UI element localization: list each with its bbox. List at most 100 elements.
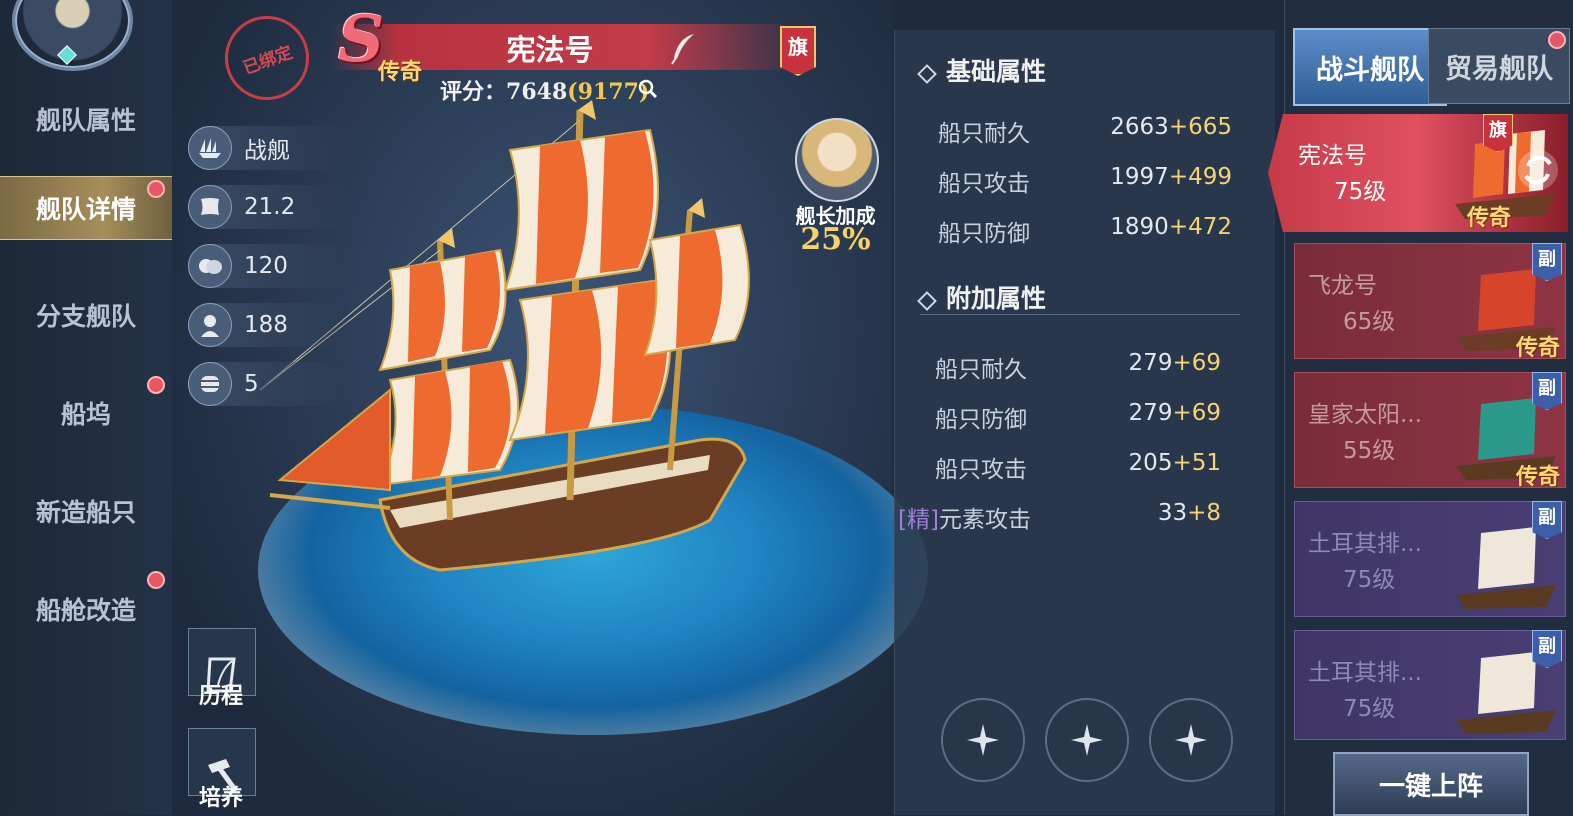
nav-label: 分支舰队: [35, 302, 136, 331]
attr-name: [精]元素攻击: [898, 500, 1031, 534]
attr-base: 279: [1128, 400, 1173, 426]
nav-dock[interactable]: 船坞: [0, 382, 172, 444]
one-click-deploy-button[interactable]: 一键上阵: [1333, 752, 1529, 816]
notification-dot: [147, 571, 165, 589]
ship-type-icon: [188, 126, 232, 170]
attr-name: 船只防御: [938, 221, 1030, 247]
captain-bonus-value: 25%: [800, 222, 871, 257]
plus-icon: [1175, 724, 1207, 756]
nav-label: 船舱改造: [35, 596, 136, 625]
attr-value: 279+69: [1080, 400, 1221, 426]
extra-attr-title: 附加属性: [917, 279, 1046, 315]
refined-prefix: [精]: [898, 507, 939, 533]
divider: [920, 314, 1240, 315]
add-slot-button[interactable]: [941, 698, 1025, 782]
attr-bonus: +665: [1168, 114, 1232, 140]
stat-value: 战舰: [244, 138, 290, 164]
base-attr-title: 基础属性: [917, 52, 1047, 88]
fleet-ship-level: 75级: [1343, 696, 1396, 722]
sub-badge: 副: [1532, 630, 1562, 668]
fleet-ship-level: 65级: [1343, 309, 1396, 335]
ship-score: 评分：7648(9177): [440, 74, 649, 106]
stat-value: 5: [244, 371, 259, 397]
plus-icon: [1071, 724, 1103, 756]
diamond-icon: [917, 290, 937, 311]
fleet-ship-name: 皇家太阳...: [1308, 402, 1422, 428]
attr-value: 1890+472: [1080, 214, 1232, 240]
attr-value: 1997+499: [1080, 164, 1232, 190]
nav-cabin-upgrade[interactable]: 船舱改造: [0, 578, 172, 640]
nav-label: 舰队详情: [35, 195, 136, 224]
attr-base: 33: [1157, 500, 1188, 526]
captain-avatar[interactable]: [795, 118, 879, 202]
add-slot-button[interactable]: [1045, 698, 1129, 782]
attr-name: 船只耐久: [938, 121, 1030, 147]
attr-name: 船只耐久: [935, 357, 1027, 383]
sub-badge: 副: [1532, 372, 1562, 410]
player-avatar[interactable]: [12, 0, 133, 71]
attr-bonus: +499: [1168, 164, 1232, 190]
notification-dot: [147, 180, 165, 198]
score-label: 评分：: [440, 79, 507, 105]
attr-base: 1997: [1110, 164, 1169, 190]
fleet-ship-name: 土耳其排...: [1308, 660, 1422, 686]
attr-bonus: +472: [1168, 214, 1232, 240]
attr-value: 205+51: [1080, 450, 1221, 476]
stat-supply: 120: [188, 244, 348, 288]
nav-fleet-attributes[interactable]: 舰队属性: [0, 88, 172, 150]
search-icon[interactable]: [638, 79, 658, 99]
stat-speed: 21.2: [188, 185, 348, 229]
section-title-text: 基础属性: [946, 57, 1047, 86]
fleet-ship-level: 55级: [1343, 438, 1396, 464]
stat-value: 188: [244, 312, 288, 338]
flagship-badge: 旗: [1483, 114, 1513, 152]
sailor-icon: [188, 303, 232, 347]
legend-tag: 传奇: [1516, 464, 1561, 490]
plus-icon: [967, 724, 999, 756]
stat-sailors: 188: [188, 303, 348, 347]
sub-badge: 副: [1532, 243, 1562, 281]
quill-icon[interactable]: [668, 32, 698, 66]
attr-base: 2663: [1110, 114, 1169, 140]
tab-battle-fleet[interactable]: 战斗舰队: [1293, 28, 1447, 106]
attr-bonus: +69: [1172, 350, 1221, 376]
score-value: 7648: [506, 79, 568, 105]
fleet-ship-name: 飞龙号: [1308, 273, 1377, 299]
fleet-ship-level: 75级: [1334, 179, 1387, 205]
attr-bonus: +8: [1187, 500, 1221, 526]
swap-icon[interactable]: [1518, 150, 1558, 190]
attr-base: 205: [1128, 450, 1173, 476]
attr-value: 279+69: [1080, 350, 1221, 376]
cargo-barrel-icon: [188, 362, 232, 406]
nav-label: 舰队属性: [35, 106, 136, 135]
fleet-ship-level: 75级: [1343, 567, 1396, 593]
sail-speed-icon: [188, 185, 232, 229]
attr-value: 33+8: [1080, 500, 1221, 526]
diamond-icon: [917, 63, 937, 84]
attr-name-text: 元素攻击: [938, 507, 1031, 533]
attr-base: 279: [1128, 350, 1173, 376]
ship-model[interactable]: [240, 100, 800, 620]
attr-bonus: +51: [1172, 450, 1221, 476]
attr-base: 1890: [1110, 214, 1169, 240]
stat-value: 120: [244, 253, 288, 279]
nav-branch-fleet[interactable]: 分支舰队: [0, 284, 172, 346]
ship-grade-tag: 传奇: [378, 59, 423, 85]
ship-name: 宪法号: [506, 33, 594, 67]
attr-value: 2663+665: [1080, 114, 1232, 140]
left-nav: 舰队属性 舰队详情 分支舰队 船坞 新造船只 船舱改造: [0, 0, 173, 815]
fleet-ship-name: 宪法号: [1298, 143, 1367, 169]
attr-name: 船只攻击: [938, 171, 1030, 197]
sub-badge: 副: [1532, 501, 1562, 539]
supply-icon: [188, 244, 232, 288]
add-slot-button[interactable]: [1149, 698, 1233, 782]
flagship-badge: 旗: [780, 26, 816, 76]
history-label: 历程: [198, 683, 243, 709]
notification-dot: [147, 376, 165, 394]
stat-value: 21.2: [244, 194, 296, 220]
attr-bonus: +69: [1172, 400, 1221, 426]
nav-new-ship[interactable]: 新造船只: [0, 480, 172, 542]
nav-fleet-details[interactable]: 舰队详情: [0, 176, 172, 240]
nav-label: 船坞: [60, 400, 111, 429]
notification-dot: [1548, 31, 1566, 49]
